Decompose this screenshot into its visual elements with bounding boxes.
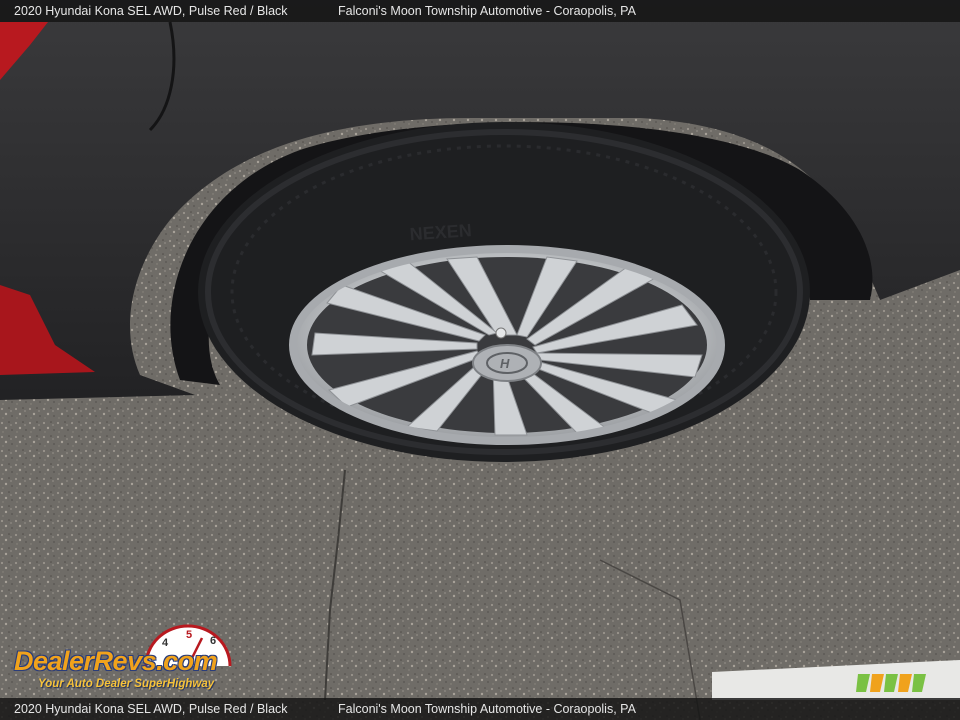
lug-nut	[495, 327, 507, 339]
vehicle-caption: 2020 Hyundai Kona SEL AWD, Pulse Red / B…	[14, 4, 288, 18]
wheel-rim: H	[289, 245, 725, 445]
caption-bar-top: 2020 Hyundai Kona SEL AWD, Pulse Red / B…	[0, 0, 960, 22]
hyundai-hub-emblem: H	[472, 344, 542, 382]
vehicle-caption: 2020 Hyundai Kona SEL AWD, Pulse Red / B…	[14, 702, 288, 716]
dealerrevs-logo: 4 5 6 DealerRevs.com Your Auto Dealer Su…	[10, 624, 270, 696]
dealer-caption: Falconi's Moon Township Automotive - Cor…	[338, 702, 636, 716]
dealer-caption: Falconi's Moon Township Automotive - Cor…	[338, 4, 636, 18]
dealerrevs-brand: DealerRevs.com	[14, 646, 218, 676]
caption-bar-bottom: 2020 Hyundai Kona SEL AWD, Pulse Red / B…	[0, 698, 960, 720]
svg-text:H: H	[500, 356, 510, 371]
dealerrevs-tagline: Your Auto Dealer SuperHighway	[38, 678, 215, 690]
photo-scene: NEXEN H	[0, 0, 960, 720]
svg-text:5: 5	[186, 629, 192, 641]
dealer-badge-logo	[856, 674, 926, 692]
